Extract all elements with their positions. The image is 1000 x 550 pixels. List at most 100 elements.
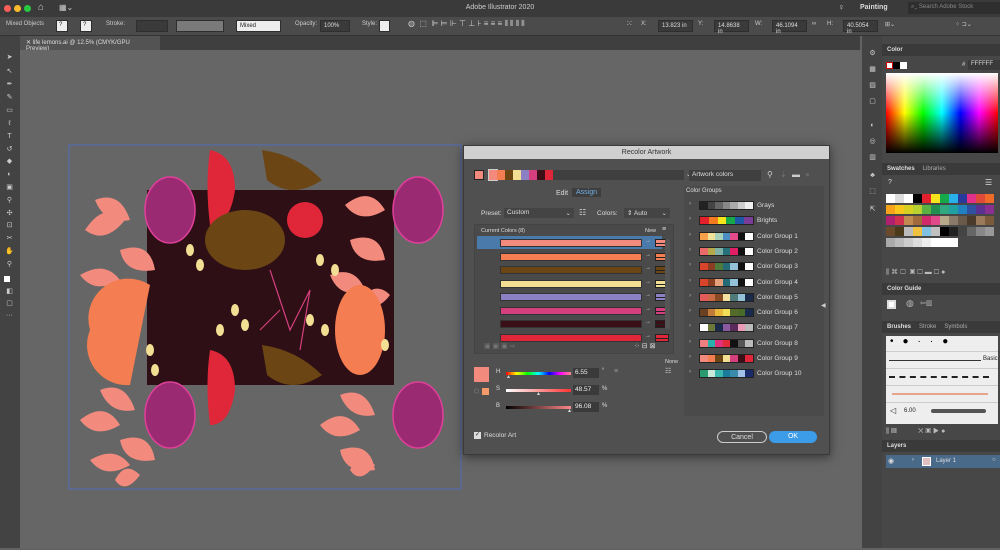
- shape-builder-tool-icon[interactable]: ◐: [4, 171, 15, 179]
- randomize-icons[interactable]: ⁘ ⊟ ⊠: [634, 342, 656, 350]
- tab-assign[interactable]: Assign: [572, 188, 602, 197]
- fill-swatch[interactable]: ?: [56, 20, 68, 32]
- brush-charcoal[interactable]: [886, 369, 998, 386]
- preset-select[interactable]: Custom ⌄: [504, 208, 574, 218]
- libraries-icon[interactable]: ▦: [867, 66, 878, 74]
- assign-arrow-icon[interactable]: →: [645, 238, 651, 244]
- swatch[interactable]: [886, 238, 895, 247]
- drawing-mode-icon[interactable]: ◧: [4, 288, 15, 296]
- rotate-tool-icon[interactable]: ↺: [4, 146, 15, 154]
- direct-selection-tool-icon[interactable]: ↖: [4, 68, 15, 76]
- current-color-row[interactable]: [500, 239, 642, 247]
- tab-symbols[interactable]: Symbols: [944, 324, 967, 330]
- tab-edit[interactable]: Edit: [556, 190, 568, 197]
- color-group-row[interactable]: › Color Group 4: [686, 276, 836, 289]
- assign-arrow-icon[interactable]: →: [645, 292, 651, 298]
- swatch[interactable]: [922, 238, 931, 247]
- expand-group-icon[interactable]: ›: [689, 201, 691, 207]
- assign-arrow-icon[interactable]: →: [645, 333, 651, 339]
- harmony-color-swatch[interactable]: [521, 170, 529, 180]
- current-color-row[interactable]: [500, 293, 642, 301]
- tab-color[interactable]: Color: [887, 47, 903, 53]
- stroke-swatch[interactable]: ?: [80, 20, 92, 32]
- hex-input[interactable]: FFFFFF: [968, 60, 1000, 70]
- base-color-swatch[interactable]: [887, 300, 896, 309]
- brush-smooth[interactable]: ◁ 6.00: [886, 403, 998, 420]
- assign-arrow-icon[interactable]: →: [645, 279, 651, 285]
- eyedropper-tool-icon[interactable]: ⚲: [4, 197, 15, 205]
- edit-colors-icon[interactable]: ⇦▥: [920, 299, 932, 307]
- type-tool-icon[interactable]: T: [4, 133, 15, 141]
- swatch[interactable]: [895, 238, 904, 247]
- fill-stroke-question-icon[interactable]: ?: [888, 179, 892, 186]
- collapse-groups-arrow[interactable]: ◀: [821, 302, 826, 309]
- swatch[interactable]: [904, 205, 913, 214]
- new-group-icon[interactable]: ▬: [792, 170, 800, 179]
- expand-group-icon[interactable]: ›: [689, 354, 691, 360]
- color-group-row[interactable]: › Color Group 7: [686, 321, 836, 334]
- expand-group-icon[interactable]: ›: [689, 293, 691, 299]
- swatch[interactable]: [895, 194, 904, 203]
- swatch[interactable]: [931, 216, 940, 225]
- brush-tips-row[interactable]: •●··●: [886, 336, 998, 352]
- assign-arrow-icon[interactable]: →: [645, 265, 651, 271]
- assign-arrow-icon[interactable]: →: [645, 252, 651, 258]
- save-group-icon[interactable]: ⇣: [780, 170, 787, 179]
- h-input[interactable]: 40.5054 in: [843, 20, 878, 35]
- current-color-row[interactable]: [500, 279, 642, 288]
- expand-group-icon[interactable]: ›: [689, 308, 691, 314]
- current-color-row[interactable]: [500, 252, 642, 261]
- brush-definition-select[interactable]: Mixed: [236, 20, 281, 32]
- h-input[interactable]: 6.55: [573, 368, 599, 378]
- swatch[interactable]: [985, 227, 994, 236]
- expand-group-icon[interactable]: ›: [689, 369, 691, 375]
- gradient-tool-icon[interactable]: ▣: [4, 184, 15, 192]
- colors-count-select[interactable]: ⇕ Auto ⌄: [624, 208, 670, 218]
- swatch[interactable]: [886, 194, 895, 203]
- tab-libraries[interactable]: Libraries: [923, 166, 946, 172]
- workspace-switcher[interactable]: Painting: [860, 4, 888, 11]
- y-input[interactable]: 14.8638 in: [714, 20, 749, 35]
- assign-arrow-icon[interactable]: →: [645, 306, 651, 312]
- color-group-row[interactable]: › Color Group 10: [686, 367, 836, 380]
- color-group-row[interactable]: › Color Group 3: [686, 260, 836, 273]
- stock-search-input[interactable]: ⌕⌄ Search Adobe Stock: [908, 2, 1000, 14]
- white-swatch[interactable]: [900, 62, 907, 69]
- harmony-color-swatch[interactable]: [537, 170, 545, 180]
- expand-group-icon[interactable]: ›: [689, 216, 691, 222]
- swatch[interactable]: [976, 216, 985, 225]
- color-group-row[interactable]: › Color Group 5: [686, 291, 836, 304]
- slice-tool-icon[interactable]: ✂: [4, 235, 15, 243]
- tab-color-guide[interactable]: Color Guide: [887, 286, 921, 292]
- harmony-color-swatch[interactable]: [513, 170, 521, 180]
- w-input[interactable]: 46.1094 in: [772, 20, 807, 35]
- harmony-color-swatch[interactable]: [488, 169, 498, 181]
- color-group-row[interactable]: › Color Group 6: [686, 306, 836, 319]
- transform-icon[interactable]: ⊞⌄: [885, 21, 895, 28]
- swatch[interactable]: [976, 194, 985, 203]
- current-color-row[interactable]: [500, 266, 642, 274]
- harmony-colors-bar[interactable]: [488, 169, 684, 181]
- swatch[interactable]: [967, 205, 976, 214]
- expand-group-icon[interactable]: ›: [689, 339, 691, 345]
- appearance-icon[interactable]: ◎: [867, 138, 878, 146]
- swatch[interactable]: [985, 194, 994, 203]
- expand-group-icon[interactable]: ›: [689, 323, 691, 329]
- harmony-icon[interactable]: ◍: [906, 298, 914, 309]
- swatch[interactable]: [976, 227, 985, 236]
- layer-target-icon[interactable]: ○: [992, 457, 996, 463]
- delete-icon[interactable]: ●: [805, 170, 810, 179]
- brushes-footer-icons[interactable]: ⫼ ▤ ✕ ▣ ▶ ●: [886, 428, 945, 436]
- swatch[interactable]: [931, 238, 940, 247]
- tab-swatches[interactable]: Swatches: [887, 166, 915, 172]
- saturation-slider[interactable]: ▲: [506, 389, 571, 397]
- reference-point-icon[interactable]: ⁙: [626, 19, 633, 28]
- swatch[interactable]: [976, 205, 985, 214]
- swatch[interactable]: [904, 216, 913, 225]
- symbols-icon[interactable]: ♣: [867, 172, 878, 180]
- swatch[interactable]: [958, 227, 967, 236]
- color-group-row[interactable]: › Color Group 8: [686, 337, 836, 350]
- swatches-footer-icons[interactable]: ⫼ ⌘ ▢ ▣ ▢ ▬ ▢ ●: [886, 268, 945, 277]
- swatch[interactable]: [949, 238, 958, 247]
- swatch[interactable]: [922, 227, 931, 236]
